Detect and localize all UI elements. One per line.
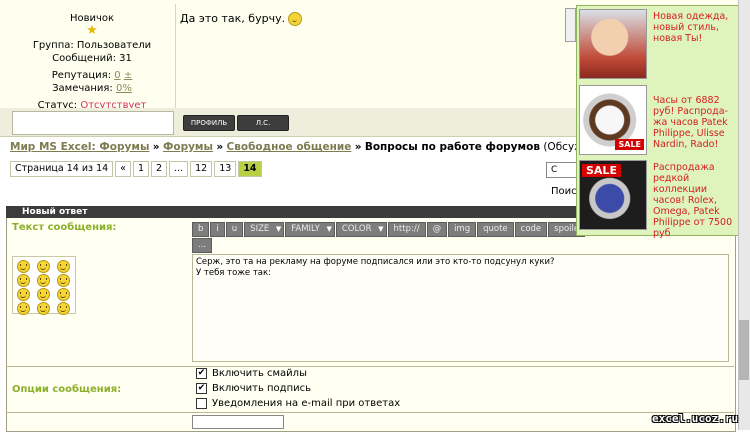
sale-badge: SALE — [582, 164, 621, 177]
smiley-icon[interactable] — [37, 274, 50, 287]
option-label: Включить смайлы — [212, 368, 307, 379]
page-link[interactable]: 12 — [190, 161, 213, 177]
private-message-button[interactable]: Л.С. — [237, 115, 289, 131]
ad-image-watch[interactable]: SALE — [579, 160, 647, 230]
smiley-icon[interactable] — [57, 260, 70, 273]
url-button[interactable]: http:// — [387, 222, 426, 237]
post-text: Да это так, бурчу. — [180, 12, 303, 26]
more-button[interactable]: ... — [192, 238, 213, 253]
pagination: Страница 14 из 14 « 1 2 ... 12 13 14 — [10, 161, 262, 177]
post-message: Да это так, бурчу. — [180, 12, 286, 25]
divider — [6, 412, 734, 413]
post-divider — [175, 4, 176, 108]
page-current: 14 — [238, 161, 262, 177]
option-label: Включить подпись — [212, 383, 312, 394]
breadcrumb-sep: » — [152, 141, 160, 153]
reply-header-title: Новый ответ — [22, 207, 88, 217]
option-label: Уведомления на e-mail при ответах — [212, 398, 401, 409]
message-text-label: Текст сообщения: — [12, 222, 117, 233]
smiley-icon[interactable] — [17, 274, 30, 287]
size-select[interactable]: SIZE — [244, 222, 285, 237]
breadcrumb: Мир MS Excel: Форумы » Форумы » Свободно… — [10, 141, 580, 153]
smile-icon — [288, 12, 303, 26]
color-select[interactable]: COLOR — [335, 222, 387, 237]
breadcrumb-sep: » — [354, 141, 362, 153]
remarks-label: Замечания: — [52, 83, 113, 94]
ad-item[interactable]: Новая одежда, новый стиль, новая Ты! — [579, 7, 739, 79]
reputation-change-link[interactable]: ± — [124, 70, 132, 81]
smiley-icon[interactable] — [57, 274, 70, 287]
pagination-label: Страница 14 из 14 — [10, 161, 114, 177]
watermark: excel.ucoz.ru — [652, 412, 739, 425]
italic-button[interactable]: i — [210, 222, 225, 237]
email-notify-checkbox[interactable] — [196, 398, 207, 409]
ad-image-watch[interactable]: SALE — [579, 85, 647, 155]
breadcrumb-suffix: (Обсуждение ра — [543, 141, 580, 153]
quote-button[interactable]: quote — [477, 222, 514, 237]
ad-text[interactable]: Новая одежда, новый стиль, новая Ты! — [653, 11, 741, 44]
message-textarea[interactable]: Серж, это та на рекламу на форуме подпис… — [192, 254, 729, 362]
ad-close-handle[interactable] — [565, 8, 576, 42]
breadcrumb-section-link[interactable]: Свободное общение — [227, 141, 352, 153]
code-button[interactable]: code — [514, 222, 548, 237]
smiley-icon[interactable] — [57, 302, 70, 315]
smiley-icon[interactable] — [17, 260, 30, 273]
img-button[interactable]: img — [448, 222, 477, 237]
smiley-icon[interactable] — [17, 302, 30, 315]
smiley-icon[interactable] — [57, 288, 70, 301]
scrollbar-thumb[interactable] — [739, 320, 749, 380]
bottom-input[interactable] — [192, 415, 284, 429]
user-messages: Сообщений: 31 — [52, 53, 132, 64]
ad-text[interactable]: Часы от 6882 руб! Распрода-жа часов Pate… — [653, 95, 741, 150]
smiles-panel — [12, 256, 76, 315]
signature-checkbox[interactable]: ✔ — [196, 383, 207, 394]
search-button[interactable]: С — [546, 162, 578, 178]
profile-button[interactable]: ПРОФИЛЬ — [183, 115, 235, 131]
page-link[interactable]: 1 — [132, 161, 150, 177]
post-footer-box — [12, 111, 174, 135]
user-group: Группа: Пользователи — [32, 40, 152, 51]
breadcrumb-forums-link[interactable]: Форумы — [163, 141, 213, 153]
page-link[interactable]: 2 — [151, 161, 168, 177]
reputation-value-link[interactable]: 0 — [114, 70, 120, 81]
search-label: Поис — [551, 186, 577, 197]
page-ellipsis: ... — [169, 161, 189, 177]
divider — [6, 366, 734, 367]
smiley-icon[interactable] — [37, 288, 50, 301]
smiley-icon[interactable] — [37, 260, 50, 273]
breadcrumb-sep: » — [216, 141, 224, 153]
smiley-icon[interactable] — [17, 288, 30, 301]
breadcrumb-current: Вопросы по работе форумов — [364, 141, 540, 153]
bold-button[interactable]: b — [192, 222, 210, 237]
sale-badge: SALE — [615, 139, 644, 150]
rank-star-icon: ★ — [86, 23, 98, 38]
ad-item[interactable]: SALE Часы от 6882 руб! Распрода-жа часов… — [579, 83, 739, 155]
user-reputation: Репутация: 0 ± — [12, 69, 172, 82]
smiles-checkbox[interactable]: ✔ — [196, 368, 207, 379]
page-link[interactable]: 13 — [214, 161, 237, 177]
option-smiles[interactable]: ✔ Включить смайлы — [196, 368, 307, 379]
option-signature[interactable]: ✔ Включить подпись — [196, 383, 311, 394]
user-remarks: Замечания: 0% — [12, 82, 172, 95]
ad-item[interactable]: SALE Распродажа редкой коллекции часов! … — [579, 158, 739, 239]
underline-button[interactable]: u — [225, 222, 244, 237]
remarks-value-link[interactable]: 0% — [116, 83, 132, 94]
options-label: Опции сообщения: — [12, 384, 122, 395]
ad-text[interactable]: Распродажа редкой коллекции часов! Rolex… — [653, 162, 741, 239]
breadcrumb-home-link[interactable]: Мир MS Excel: Форумы — [10, 141, 149, 153]
option-email-notify[interactable]: Уведомления на e-mail при ответах — [196, 398, 400, 409]
page-prev-link[interactable]: « — [115, 161, 131, 177]
bbcode-toolbar: b i u SIZE FAMILY COLOR http:// @ img qu… — [192, 222, 592, 253]
email-button[interactable]: @ — [426, 222, 448, 237]
family-select[interactable]: FAMILY — [285, 222, 335, 237]
ad-image-model[interactable] — [579, 9, 647, 79]
reputation-label: Репутация: — [51, 70, 112, 81]
smiley-icon[interactable] — [37, 302, 50, 315]
user-info: Новичок ★ Группа: Пользователи Сообщений… — [12, 12, 172, 112]
